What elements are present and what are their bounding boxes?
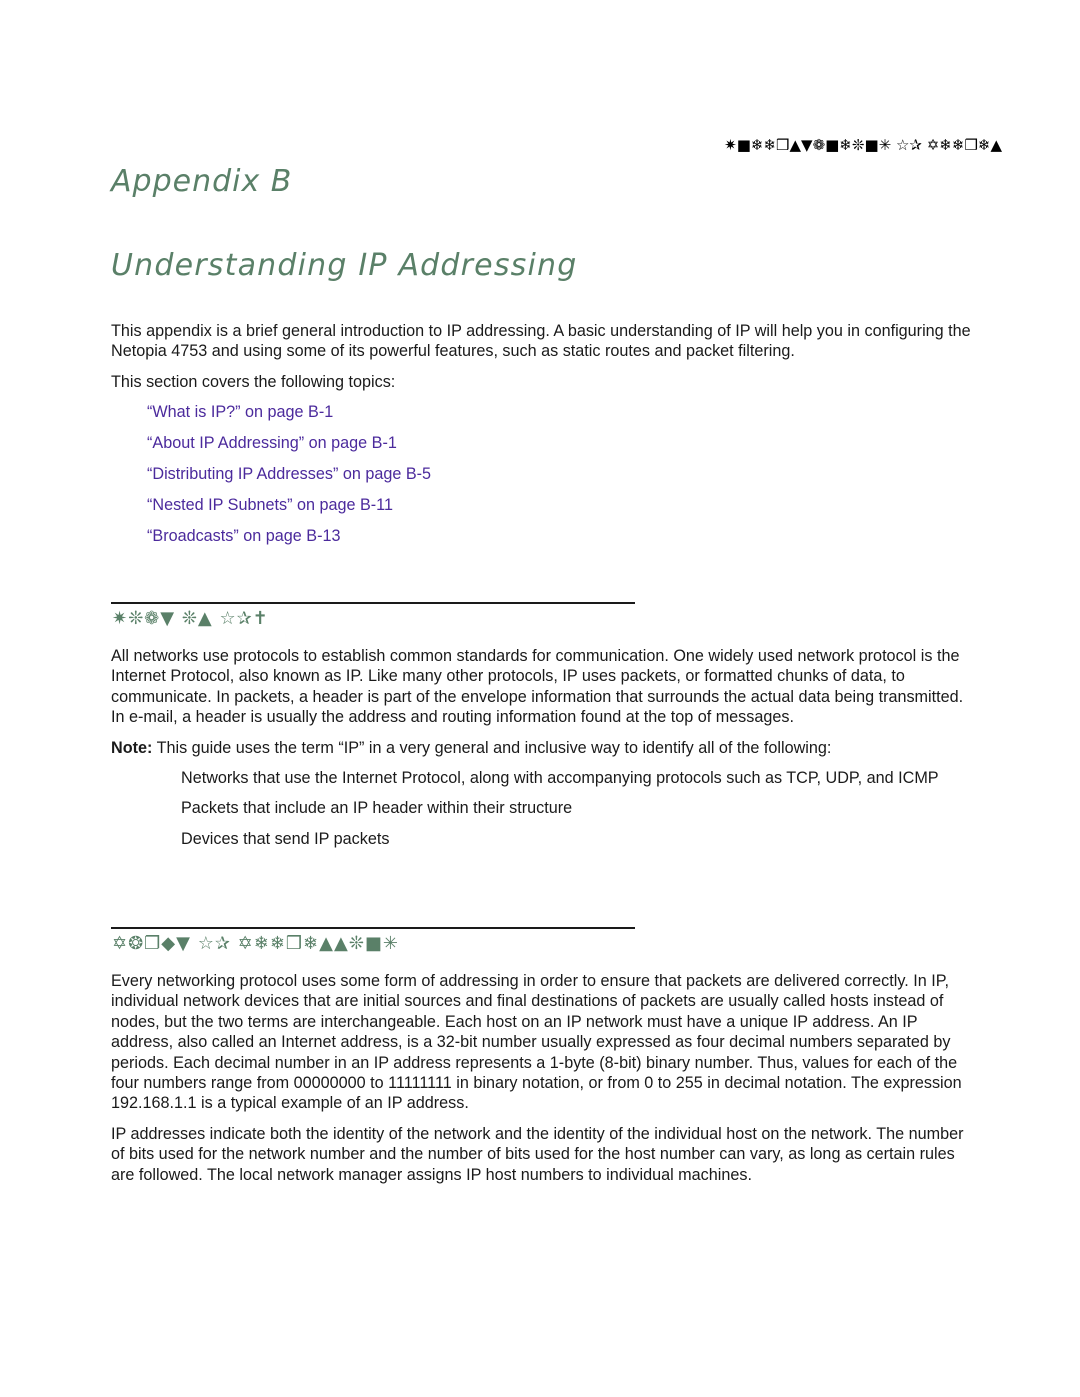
what-is-ip-section: All networks use protocols to establish … — [111, 646, 971, 859]
section-divider — [111, 602, 635, 604]
note-item: Networks that use the Internet Protocol,… — [181, 769, 939, 788]
note-label: Note: — [111, 738, 153, 757]
topics-lead: This section covers the following topics… — [111, 372, 396, 391]
topic-item: “Broadcasts” on page B-13 — [147, 526, 971, 557]
about-ip-paragraph: IP addresses indicate both the identity … — [111, 1124, 964, 1184]
note: Note: This guide uses the term “IP” in a… — [111, 738, 971, 758]
what-is-ip-paragraph: All networks use protocols to establish … — [111, 647, 964, 727]
topic-item: “Nested IP Subnets” on page B-11 — [147, 495, 971, 526]
topic-link-broadcasts[interactable]: “Broadcasts” on page B-13 — [147, 527, 340, 545]
running-header: ✷■❄❄❒▲▼❁■❄❊■✳ ☆✰ ✡❄❄❒❄▲ — [724, 136, 1002, 154]
about-ip-paragraph: Every networking protocol uses some form… — [111, 972, 962, 1113]
topic-item: “About IP Addressing” on page B-1 — [147, 433, 971, 464]
section-divider — [111, 927, 635, 929]
intro-section: This appendix is a brief general introdu… — [111, 321, 971, 557]
section-heading-about-ip-addressing: ✡❂❐◆▼ ☆✰ ✡❄❄❒❄▲▲❊■✳ — [112, 933, 399, 954]
section-heading-what-is-ip: ✷❊❁▼ ❊▲ ☆✰✝ — [112, 608, 269, 629]
note-item: Packets that include an IP header within… — [181, 799, 573, 818]
note-text: This guide uses the term “IP” in a very … — [156, 738, 832, 757]
topic-link-nested-ip-subnets[interactable]: “Nested IP Subnets” on page B-11 — [147, 496, 393, 514]
intro-paragraph: This appendix is a brief general introdu… — [111, 322, 971, 361]
topic-item: “What is IP?” on page B-1 — [147, 402, 971, 433]
chapter-title: Understanding IP Addressing — [111, 248, 578, 283]
topic-link-distributing-ip-addresses[interactable]: “Distributing IP Addresses” on page B-5 — [147, 465, 431, 483]
topic-item: “Distributing IP Addresses” on page B-5 — [147, 464, 971, 495]
topic-link-about-ip-addressing[interactable]: “About IP Addressing” on page B-1 — [147, 434, 397, 452]
note-item: Devices that send IP packets — [181, 829, 390, 848]
about-ip-section: Every networking protocol uses some form… — [111, 971, 971, 1195]
topic-list: “What is IP?” on page B-1 “About IP Addr… — [111, 402, 971, 557]
chapter-label: Appendix B — [111, 164, 293, 199]
topic-link-what-is-ip[interactable]: “What is IP?” on page B-1 — [147, 403, 333, 421]
